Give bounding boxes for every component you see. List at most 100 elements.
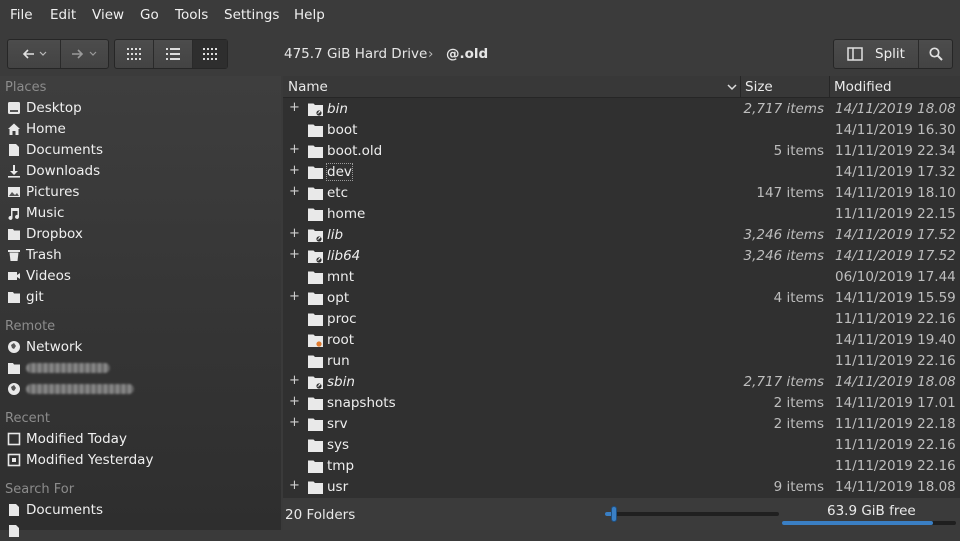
split-view-icon bbox=[847, 47, 863, 61]
places-panel: Places Desktop Home Documents Downloads … bbox=[0, 76, 281, 537]
breadcrumb-current[interactable]: @.old bbox=[446, 46, 488, 62]
file-icon bbox=[7, 524, 21, 538]
modified-column-header[interactable]: Modified bbox=[834, 79, 892, 95]
file-name: snapshots bbox=[327, 395, 396, 411]
zoom-slider[interactable] bbox=[605, 506, 779, 522]
place-downloads[interactable]: Downloads bbox=[7, 161, 100, 181]
place-music[interactable]: Music bbox=[7, 203, 64, 223]
file-name: root bbox=[327, 332, 355, 348]
back-button[interactable] bbox=[16, 40, 54, 68]
file-row[interactable]: mnt 06/10/2019 17.44 bbox=[283, 267, 960, 288]
place-documents[interactable]: Documents bbox=[7, 140, 103, 160]
file-row[interactable]: + srv 2 items 11/11/2019 22.18 bbox=[283, 414, 960, 435]
file-row[interactable]: proc 11/11/2019 22.16 bbox=[283, 309, 960, 330]
list-view-icon bbox=[166, 48, 180, 60]
place-pictures[interactable]: Pictures bbox=[7, 182, 79, 202]
file-row[interactable]: + etc 147 items 14/11/2019 18.10 bbox=[283, 183, 960, 204]
file-name: sys bbox=[327, 437, 350, 453]
menu-tools[interactable]: Tools bbox=[175, 7, 208, 23]
expand-toggle-icon[interactable]: + bbox=[289, 100, 300, 115]
file-row[interactable]: + lib64 3,246 items 14/11/2019 17.52 bbox=[283, 246, 960, 267]
menu-go[interactable]: Go bbox=[140, 7, 159, 23]
place-videos[interactable]: Videos bbox=[7, 266, 71, 286]
folder-icon bbox=[308, 124, 323, 137]
zoom-slider-handle[interactable] bbox=[610, 506, 617, 522]
place-redacted-share-1[interactable] bbox=[7, 358, 110, 378]
file-row[interactable]: + usr 9 items 14/11/2019 18.08 bbox=[283, 477, 960, 498]
place-network[interactable]: Network bbox=[7, 337, 82, 357]
folder-icon bbox=[308, 313, 323, 326]
expand-toggle-icon[interactable]: + bbox=[289, 415, 300, 430]
menu-edit[interactable]: Edit bbox=[50, 7, 76, 23]
search-documents[interactable]: Documents bbox=[7, 500, 103, 520]
expand-toggle-icon[interactable]: + bbox=[289, 226, 300, 241]
breadcrumb-drive[interactable]: 475.7 GiB Hard Drive bbox=[284, 46, 427, 62]
search-button[interactable] bbox=[919, 40, 953, 68]
file-row[interactable]: boot 14/11/2019 16.30 bbox=[283, 120, 960, 141]
place-desktop[interactable]: Desktop bbox=[7, 98, 82, 118]
file-name: opt bbox=[327, 290, 350, 306]
menu-settings[interactable]: Settings bbox=[224, 7, 279, 23]
expand-toggle-icon[interactable]: + bbox=[289, 163, 300, 178]
place-git[interactable]: git bbox=[7, 287, 44, 307]
icons-view-icon bbox=[127, 48, 141, 60]
expand-toggle-icon[interactable]: + bbox=[289, 289, 300, 304]
size-column-header[interactable]: Size bbox=[745, 79, 773, 95]
icons-view-button[interactable] bbox=[115, 40, 153, 68]
file-row[interactable]: root 14/11/2019 19.40 bbox=[283, 330, 960, 351]
file-name: boot.old bbox=[327, 143, 383, 159]
folder-locked-icon bbox=[308, 334, 323, 347]
folder-link-icon bbox=[308, 229, 323, 242]
file-modified: 11/11/2019 22.18 bbox=[835, 416, 956, 432]
file-name: home bbox=[327, 206, 366, 222]
calendar-today-icon bbox=[7, 432, 21, 446]
file-row[interactable]: + bin 2,717 items 14/11/2019 18.08 bbox=[283, 99, 960, 120]
file-row[interactable]: sys 11/11/2019 22.16 bbox=[283, 435, 960, 456]
calendar-yesterday-icon bbox=[7, 453, 21, 467]
file-row[interactable]: + boot.old 5 items 11/11/2019 22.34 bbox=[283, 141, 960, 162]
menu-file[interactable]: File bbox=[10, 7, 33, 23]
place-dropbox[interactable]: Dropbox bbox=[7, 224, 83, 244]
file-row[interactable]: home 11/11/2019 22.15 bbox=[283, 204, 960, 225]
menu-view[interactable]: View bbox=[92, 7, 124, 23]
file-modified: 06/10/2019 17.44 bbox=[835, 269, 956, 285]
folder-link-icon bbox=[308, 103, 323, 116]
file-name: mnt bbox=[327, 269, 354, 285]
forward-button[interactable] bbox=[64, 40, 104, 68]
toolbar: 475.7 GiB Hard Drive › @.old Split bbox=[0, 32, 960, 76]
menu-help[interactable]: Help bbox=[294, 7, 325, 23]
place-redacted-share-2[interactable] bbox=[7, 379, 134, 399]
file-row[interactable]: + lib 3,246 items 14/11/2019 17.52 bbox=[283, 225, 960, 246]
recent-modified-yesterday[interactable]: Modified Yesterday bbox=[7, 450, 153, 470]
file-size: 3,246 items bbox=[743, 227, 824, 243]
folder-icon bbox=[308, 439, 323, 452]
name-column-header[interactable]: Name bbox=[288, 79, 328, 95]
file-row[interactable]: + opt 4 items 14/11/2019 15.59 bbox=[283, 288, 960, 309]
file-row[interactable]: + dev 14/11/2019 17.32 bbox=[283, 162, 960, 183]
split-button[interactable]: Split bbox=[834, 40, 918, 68]
file-modified: 11/11/2019 22.16 bbox=[835, 311, 956, 327]
file-size: 2 items bbox=[773, 395, 824, 411]
file-row[interactable]: tmp 11/11/2019 22.16 bbox=[283, 456, 960, 477]
expand-toggle-icon[interactable]: + bbox=[289, 184, 300, 199]
music-icon bbox=[7, 206, 21, 220]
expand-toggle-icon[interactable]: + bbox=[289, 247, 300, 262]
search-next-item-partial[interactable] bbox=[7, 521, 26, 541]
file-row[interactable]: + snapshots 2 items 14/11/2019 17.01 bbox=[283, 393, 960, 414]
file-name: usr bbox=[327, 479, 349, 495]
expand-toggle-icon[interactable]: + bbox=[289, 478, 300, 493]
place-home[interactable]: Home bbox=[7, 119, 66, 139]
recent-modified-today[interactable]: Modified Today bbox=[7, 429, 127, 449]
details-view-button[interactable] bbox=[193, 40, 227, 68]
expand-toggle-icon[interactable]: + bbox=[289, 373, 300, 388]
compact-view-button[interactable] bbox=[154, 40, 192, 68]
expand-toggle-icon[interactable]: + bbox=[289, 394, 300, 409]
back-arrow-icon bbox=[22, 49, 47, 59]
pictures-icon bbox=[7, 185, 21, 199]
file-row[interactable]: run 11/11/2019 22.16 bbox=[283, 351, 960, 372]
network-icon bbox=[7, 382, 21, 396]
expand-toggle-icon[interactable]: + bbox=[289, 142, 300, 157]
file-row[interactable]: + sbin 2,717 items 14/11/2019 18.08 bbox=[283, 372, 960, 393]
folder-icon bbox=[308, 397, 323, 410]
place-trash[interactable]: Trash bbox=[7, 245, 62, 265]
